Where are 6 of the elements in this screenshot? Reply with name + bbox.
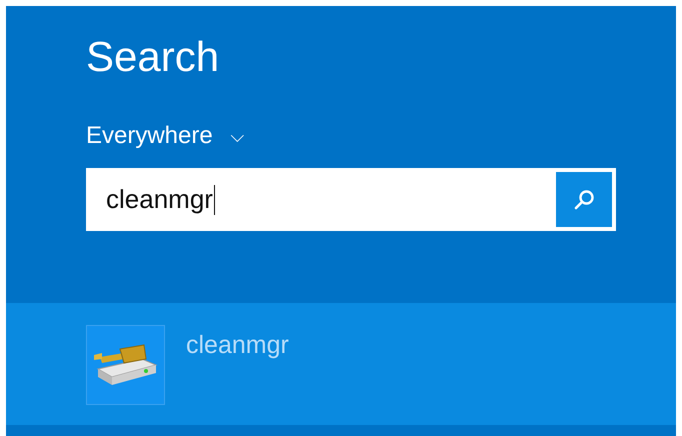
panel-title: Search [86,32,220,82]
search-button[interactable] [556,172,612,227]
result-label: cleanmgr [186,331,289,360]
scope-dropdown[interactable]: Everywhere ⌵ [86,122,245,150]
search-field[interactable]: cleanmgr [86,168,616,231]
search-result[interactable]: cleanmgr [6,303,676,425]
